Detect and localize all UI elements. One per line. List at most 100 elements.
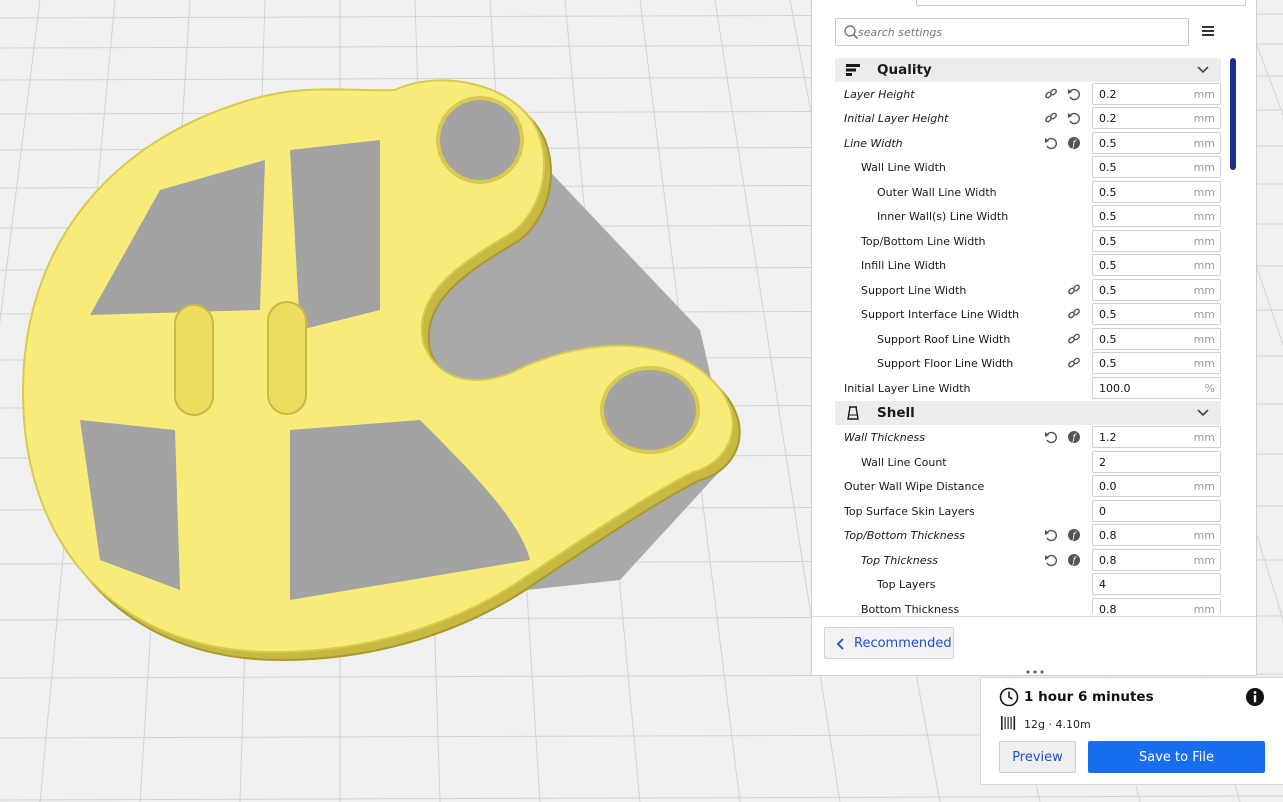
quality-bars-icon [846, 64, 860, 76]
recommended-button[interactable]: Recommended [824, 627, 954, 659]
setting-value-field[interactable]: 0.2 mm [1092, 107, 1221, 129]
setting-value: 100.0 [1099, 382, 1131, 395]
setting-unit: mm [1193, 88, 1215, 101]
function-icon[interactable]: f [1067, 136, 1081, 150]
link-icon[interactable] [1067, 283, 1081, 297]
setting-value-field[interactable]: 0.0 mm [1092, 475, 1221, 497]
setting-value-field[interactable]: 2 [1092, 451, 1221, 473]
material-usage: 12g · 4.10m [1024, 718, 1091, 731]
link-icon[interactable] [1067, 356, 1081, 370]
setting-value: 0.5 [1099, 259, 1117, 272]
setting-value: 4 [1099, 578, 1106, 591]
setting-value-field[interactable]: 0.8 mm [1092, 549, 1221, 571]
setting-value: 0.5 [1099, 235, 1117, 248]
category-shell[interactable]: Shell [835, 401, 1221, 425]
setting-row-bottom-thickness: Bottom Thickness 0.8 mm [835, 597, 1221, 613]
setting-label: Wall Line Width [861, 161, 946, 174]
setting-row-initial-layer-height: Initial Layer Height 0.2 mm [835, 106, 1221, 130]
search-box[interactable] [835, 18, 1189, 46]
setting-unit: % [1204, 382, 1215, 395]
setting-unit: mm [1193, 284, 1215, 297]
print-time: 1 hour 6 minutes [1024, 689, 1154, 705]
search-input[interactable] [858, 22, 1178, 42]
setting-label: Outer Wall Line Width [877, 186, 997, 199]
settings-list: Quality Layer Height 0.2 mm Initial Layer… [835, 57, 1221, 613]
chevron-down-icon[interactable] [1196, 407, 1210, 419]
setting-value: 0.0 [1099, 480, 1117, 493]
setting-value-field[interactable]: 0.5 mm [1092, 254, 1221, 276]
setting-label: Support Roof Line Width [877, 333, 1011, 346]
reset-icon[interactable] [1044, 553, 1058, 567]
save-to-file-button[interactable]: Save to File [1088, 741, 1265, 773]
profile-selector[interactable] [916, 0, 1246, 6]
reset-icon[interactable] [1067, 87, 1081, 101]
setting-value: 0.5 [1099, 137, 1117, 150]
function-icon[interactable]: f [1067, 553, 1081, 567]
link-icon[interactable] [1067, 307, 1081, 321]
link-icon[interactable] [1044, 87, 1058, 101]
settings-visibility-menu-icon[interactable] [1200, 22, 1218, 40]
category-label: Shell [877, 405, 915, 421]
setting-value-field[interactable]: 0.5 mm [1092, 279, 1221, 301]
setting-row-layer-height: Layer Height 0.2 mm [835, 82, 1221, 106]
preview-button[interactable]: Preview [999, 741, 1076, 773]
setting-value-field[interactable]: 0.5 mm [1092, 230, 1221, 252]
setting-row-top-bottom-line-width: Top/Bottom Line Width 0.5 mm [835, 229, 1221, 253]
setting-label: Outer Wall Wipe Distance [844, 480, 985, 493]
chevron-left-icon [836, 638, 844, 650]
setting-value-field[interactable]: 0.5 mm [1092, 328, 1221, 350]
settings-scrollbar[interactable] [1230, 58, 1236, 170]
setting-row-top-bottom-thickness: Top/Bottom Thickness f 0.8 mm [835, 523, 1221, 547]
info-icon[interactable] [1245, 687, 1265, 707]
panel-divider [812, 616, 1258, 617]
setting-label: Initial Layer Line Width [844, 382, 971, 395]
setting-row-top-surface-skin-layers: Top Surface Skin Layers 0 [835, 499, 1221, 523]
setting-row-line-width: Line Width f 0.5 mm [835, 131, 1221, 155]
link-icon[interactable] [1067, 332, 1081, 346]
setting-value: 0.2 [1099, 112, 1117, 125]
resize-handle-icon[interactable] [1024, 669, 1046, 675]
setting-row-top-layers: Top Layers 4 [835, 572, 1221, 596]
setting-value-field[interactable]: 0.5 mm [1092, 303, 1221, 325]
setting-value-field[interactable]: 1.2 mm [1092, 426, 1221, 448]
link-icon[interactable] [1044, 111, 1058, 125]
setting-label: Line Width [844, 137, 903, 150]
setting-unit: mm [1193, 161, 1215, 174]
setting-row-support-roof-line-width: Support Roof Line Width 0.5 mm [835, 327, 1221, 351]
setting-value-field[interactable]: 0.5 mm [1092, 181, 1221, 203]
setting-row-top-thickness: Top Thickness f 0.8 mm [835, 548, 1221, 572]
reset-icon[interactable] [1067, 111, 1081, 125]
setting-value: 2 [1099, 456, 1106, 469]
search-icon [844, 25, 859, 40]
reset-icon[interactable] [1044, 136, 1058, 150]
category-quality[interactable]: Quality [835, 58, 1221, 82]
setting-value-field[interactable]: 100.0% [1092, 377, 1221, 399]
setting-value-field[interactable]: 0.5 mm [1092, 132, 1221, 154]
setting-row-support-interface-line-width: Support Interface Line Width 0.5 mm [835, 302, 1221, 326]
function-icon[interactable]: f [1067, 430, 1081, 444]
chevron-down-icon[interactable] [1196, 64, 1210, 76]
custom-settings-panel: Quality Layer Height 0.2 mm Initial Layer… [811, 0, 1258, 676]
setting-label: Initial Layer Height [844, 112, 949, 125]
setting-label: Top Surface Skin Layers [844, 505, 975, 518]
setting-value-field[interactable]: 0.2 mm [1092, 83, 1221, 105]
setting-unit: mm [1193, 308, 1215, 321]
setting-row-infill-line-width: Infill Line Width 0.5 mm [835, 253, 1221, 277]
setting-label: Wall Line Count [861, 456, 947, 469]
setting-value-field[interactable]: 4 [1092, 573, 1221, 595]
setting-value: 0.8 [1099, 554, 1117, 567]
setting-value: 0.5 [1099, 284, 1117, 297]
setting-value-field[interactable]: 0 [1092, 500, 1221, 522]
setting-unit: mm [1193, 480, 1215, 493]
setting-value: 0.5 [1099, 308, 1117, 321]
setting-unit: mm [1193, 235, 1215, 248]
setting-value: 0 [1099, 505, 1106, 518]
setting-value-field[interactable]: 0.5 mm [1092, 156, 1221, 178]
reset-icon[interactable] [1044, 528, 1058, 542]
setting-value-field[interactable]: 0.5 mm [1092, 352, 1221, 374]
function-icon[interactable]: f [1067, 528, 1081, 542]
setting-value-field[interactable]: 0.8 mm [1092, 524, 1221, 546]
setting-value-field[interactable]: 0.8 mm [1092, 598, 1221, 613]
setting-value-field[interactable]: 0.5 mm [1092, 205, 1221, 227]
reset-icon[interactable] [1044, 430, 1058, 444]
